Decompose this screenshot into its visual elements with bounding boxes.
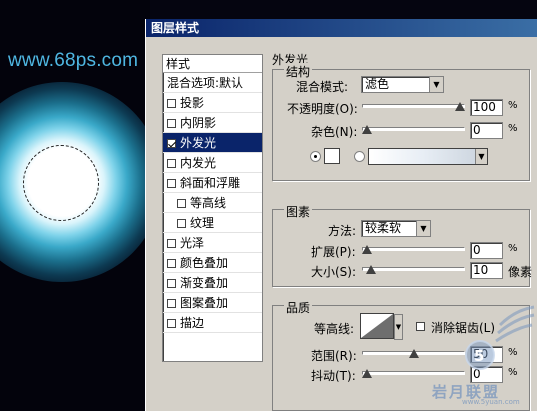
- spread-input[interactable]: 0: [470, 242, 503, 259]
- style-checkbox[interactable]: [167, 139, 176, 148]
- style-list-item[interactable]: 渐变叠加: [163, 273, 262, 293]
- blend-mode-select[interactable]: 滤色 ▼: [361, 76, 444, 93]
- style-list-item-label: 光泽: [180, 236, 205, 250]
- quality-title: 品质: [284, 299, 313, 316]
- style-checkbox[interactable]: [167, 319, 176, 328]
- spread-label: 扩展(P):: [311, 245, 356, 259]
- style-list-item-label: 图案叠加: [180, 296, 229, 310]
- gradient-picker[interactable]: ▼: [368, 148, 488, 165]
- style-list-item[interactable]: 外发光: [163, 133, 262, 153]
- style-list-item-label: 颜色叠加: [180, 256, 229, 270]
- opacity-slider-thumb[interactable]: [455, 102, 465, 111]
- watermark-url: www.5yuan.com: [462, 398, 520, 406]
- opacity-input[interactable]: 100: [470, 99, 503, 116]
- size-unit: 像素: [508, 265, 533, 279]
- style-list-item-label: 描边: [180, 316, 205, 330]
- contour-picker[interactable]: ▼: [360, 313, 403, 340]
- technique-label: 方法:: [328, 224, 357, 238]
- spread-percent: %: [508, 243, 518, 254]
- blend-mode-value: 滤色: [365, 77, 390, 91]
- style-list-item-label: 投影: [180, 96, 205, 110]
- style-checkbox[interactable]: [167, 179, 176, 188]
- jitter-label: 抖动(T):: [311, 369, 356, 383]
- style-checkbox[interactable]: [167, 99, 176, 108]
- contour-label: 等高线:: [314, 322, 355, 336]
- chevron-down-icon: ▼: [416, 221, 430, 236]
- dialog-title: 图层样式: [146, 19, 537, 37]
- url-text: www.68ps.com: [8, 50, 139, 71]
- style-list-item-label: 等高线: [190, 196, 227, 210]
- noise-label: 杂色(N):: [311, 125, 358, 139]
- size-slider[interactable]: [362, 264, 465, 276]
- style-list-item[interactable]: 颜色叠加: [163, 253, 262, 273]
- style-list-item[interactable]: 斜面和浮雕: [163, 173, 262, 193]
- style-list-item[interactable]: 投影: [163, 93, 262, 113]
- image-canvas: www.68ps.com: [0, 0, 150, 411]
- style-list-item-label: 斜面和浮雕: [180, 176, 241, 190]
- range-label: 范围(R):: [311, 349, 357, 363]
- solid-color-radio[interactable]: [310, 151, 321, 162]
- style-checkbox[interactable]: [167, 279, 176, 288]
- noise-slider-thumb[interactable]: [362, 125, 372, 134]
- style-list-item-label: 纹理: [190, 216, 215, 230]
- style-checkbox[interactable]: [167, 299, 176, 308]
- noise-percent: %: [508, 123, 518, 134]
- blend-mode-label: 混合模式:: [296, 80, 349, 94]
- style-list-item[interactable]: 纹理: [163, 213, 262, 233]
- size-label: 大小(S):: [311, 265, 357, 279]
- style-list-item-label: 渐变叠加: [180, 276, 229, 290]
- style-checkbox[interactable]: [177, 219, 186, 228]
- style-list: 样式 混合选项:默认投影内阴影外发光内发光斜面和浮雕等高线纹理光泽颜色叠加渐变叠…: [162, 54, 263, 362]
- technique-select[interactable]: 较柔软 ▼: [361, 220, 431, 237]
- style-checkbox[interactable]: [167, 119, 176, 128]
- style-checkbox[interactable]: [177, 199, 186, 208]
- svg-text:5: 5: [474, 347, 484, 365]
- size-slider-thumb[interactable]: [365, 265, 376, 274]
- marquee-selection: [23, 145, 99, 221]
- chevron-down-icon: ▼: [429, 77, 443, 92]
- style-list-item[interactable]: 图案叠加: [163, 293, 262, 313]
- spread-slider[interactable]: [362, 244, 465, 256]
- style-list-item-label: 内发光: [180, 156, 217, 170]
- style-list-item[interactable]: 内阴影: [163, 113, 262, 133]
- jitter-slider-thumb[interactable]: [362, 369, 372, 378]
- style-list-item[interactable]: 内发光: [163, 153, 262, 173]
- contour-curve-icon: [361, 314, 393, 338]
- style-list-item-label: 外发光: [180, 136, 217, 150]
- technique-value: 较柔软: [365, 221, 402, 235]
- style-checkbox[interactable]: [167, 239, 176, 248]
- style-list-item[interactable]: 光泽: [163, 233, 262, 253]
- style-list-header[interactable]: 样式: [163, 55, 262, 73]
- noise-input[interactable]: 0: [470, 122, 503, 139]
- style-checkbox[interactable]: [167, 159, 176, 168]
- opacity-label: 不透明度(O):: [287, 102, 358, 116]
- glow-color-swatch[interactable]: [324, 148, 340, 164]
- style-list-item[interactable]: 等高线: [163, 193, 262, 213]
- style-checkbox[interactable]: [167, 259, 176, 268]
- style-list-item[interactable]: 混合选项:默认: [163, 73, 262, 93]
- opacity-slider[interactable]: [362, 101, 465, 113]
- style-list-item-label: 内阴影: [180, 116, 217, 130]
- chevron-down-icon: ▼: [475, 149, 487, 164]
- noise-slider[interactable]: [362, 124, 465, 136]
- opacity-percent: %: [508, 100, 518, 111]
- spread-slider-thumb[interactable]: [362, 245, 372, 254]
- style-list-item[interactable]: 描边: [163, 313, 262, 333]
- elements-title: 图素: [284, 203, 313, 220]
- chevron-down-icon: ▼: [394, 314, 403, 340]
- style-list-item-label: 混合选项:默认: [167, 76, 244, 90]
- size-input[interactable]: 10: [470, 262, 503, 279]
- gradient-radio[interactable]: [354, 151, 365, 162]
